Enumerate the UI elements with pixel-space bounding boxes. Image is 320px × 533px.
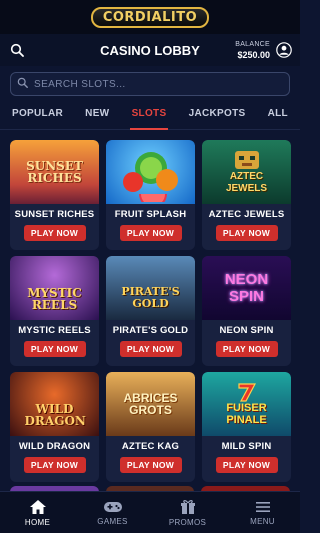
nav-label: PROMOS [168, 517, 207, 527]
game-card[interactable]: WILD DRAGON WILD DRAGON PLAY NOW [10, 372, 99, 482]
category-tabs: POPULAR NEW SLOTS JACKPOTS ALL [0, 106, 300, 130]
aztec-mask-icon [234, 151, 259, 169]
game-thumbnail[interactable]: FUISER PINALE [202, 372, 291, 436]
tab-all[interactable]: ALL [268, 106, 288, 129]
play-now-button[interactable]: PLAY NOW [23, 457, 86, 473]
game-art-title: SUNSET RICHES [26, 159, 83, 185]
game-name: AZTEC KAG [121, 441, 180, 452]
gamepad-icon [103, 501, 122, 512]
game-name: AZTEC JEWELS [208, 209, 285, 220]
gift-icon [180, 499, 195, 514]
user-avatar-icon[interactable] [276, 42, 292, 58]
play-now-button[interactable]: PLAY NOW [119, 341, 182, 357]
game-card[interactable]: NEON SPIN NEON SPIN PLAY NOW [202, 256, 291, 366]
game-card[interactable]: AZTEC JEWELS AZTEC JEWELS PLAY NOW [202, 140, 291, 250]
search-icon [17, 75, 28, 93]
search-input[interactable] [34, 78, 254, 90]
fruit-icon [122, 152, 178, 202]
play-now-button[interactable]: PLAY NOW [23, 225, 86, 241]
game-thumbnail[interactable] [106, 140, 195, 204]
play-now-button[interactable]: PLAY NOW [215, 341, 278, 357]
nav-label: GAMES [97, 516, 128, 526]
game-art-title: WILD DRAGON [24, 402, 86, 428]
game-thumbnail[interactable]: AZTEC JEWELS [202, 140, 291, 204]
nav-label: HOME [24, 517, 51, 527]
play-now-button[interactable]: PLAY NOW [119, 225, 182, 241]
game-card[interactable]: FUISER PINALE MILD SPIN PLAY NOW [202, 372, 291, 482]
game-name: MYSTIC REELS [18, 325, 91, 336]
games-grid: SUNSET RICHES SUNSET RICHES PLAY NOW FRU… [0, 130, 300, 482]
search-bar [10, 72, 290, 96]
nav-label: MENU [250, 516, 275, 526]
tab-new[interactable]: NEW [85, 106, 109, 129]
game-card[interactable]: MYSTIC REELS MYSTIC REELS PLAY NOW [10, 256, 99, 366]
bottom-nav: HOME GAMES PROMOS MENU [0, 491, 300, 533]
tab-popular[interactable]: POPULAR [12, 106, 63, 129]
top-bar: CORDIALITO [0, 0, 300, 34]
seven-icon [237, 383, 256, 402]
balance-label: BALANCE [235, 41, 270, 48]
game-thumbnail[interactable]: ABRICES GROTS [106, 372, 195, 436]
game-art-title: ABRICES GROTS [123, 391, 178, 417]
game-art-title: NEON SPIN [224, 271, 269, 305]
hamburger-icon [255, 501, 270, 512]
lobby-header: CASINO LOBBY BALANCE $250.00 [0, 34, 300, 66]
game-card[interactable]: ABRICES GROTS AZTEC KAG PLAY NOW [106, 372, 195, 482]
nav-menu[interactable]: MENU [233, 500, 293, 526]
game-thumbnail[interactable]: PIRATE'S GOLD [106, 256, 195, 320]
play-now-button[interactable]: PLAY NOW [23, 341, 86, 357]
play-now-button[interactable]: PLAY NOW [215, 225, 278, 241]
game-card[interactable]: SUNSET RICHES SUNSET RICHES PLAY NOW [10, 140, 99, 250]
game-thumbnail[interactable]: SUNSET RICHES [10, 140, 99, 204]
game-name: MILD SPIN [221, 441, 272, 452]
game-name: WILD DRAGON [18, 441, 91, 452]
game-thumbnail[interactable]: NEON SPIN [202, 256, 291, 320]
nav-home[interactable]: HOME [8, 499, 68, 527]
nav-games[interactable]: GAMES [83, 500, 143, 526]
brand-logo[interactable]: CORDIALITO [90, 6, 210, 28]
game-art-title: FUISER PINALE [226, 402, 267, 426]
game-name: SUNSET RICHES [14, 209, 95, 220]
game-name: FRUIT SPLASH [114, 209, 187, 220]
balance-display: BALANCE $250.00 [235, 40, 270, 60]
tab-slots[interactable]: SLOTS [129, 106, 169, 130]
tab-jackpots[interactable]: JACKPOTS [189, 106, 246, 129]
game-name: PIRATE'S GOLD [112, 325, 189, 336]
game-card[interactable]: FRUIT SPLASH PLAY NOW [106, 140, 195, 250]
play-now-button[interactable]: PLAY NOW [215, 457, 278, 473]
game-card[interactable]: PIRATE'S GOLD PIRATE'S GOLD PLAY NOW [106, 256, 195, 366]
game-art-title: PIRATE'S GOLD [121, 285, 180, 310]
search-icon[interactable] [8, 41, 26, 59]
home-icon [29, 499, 46, 514]
game-name: NEON SPIN [219, 325, 274, 336]
game-art-title: MYSTIC REELS [27, 286, 82, 312]
nav-promos[interactable]: PROMOS [158, 499, 218, 527]
game-thumbnail[interactable]: WILD DRAGON [10, 372, 99, 436]
balance-amount: $250.00 [237, 50, 270, 60]
game-art-title: AZTEC JEWELS [225, 171, 268, 194]
game-thumbnail[interactable]: MYSTIC REELS [10, 256, 99, 320]
play-now-button[interactable]: PLAY NOW [119, 457, 182, 473]
